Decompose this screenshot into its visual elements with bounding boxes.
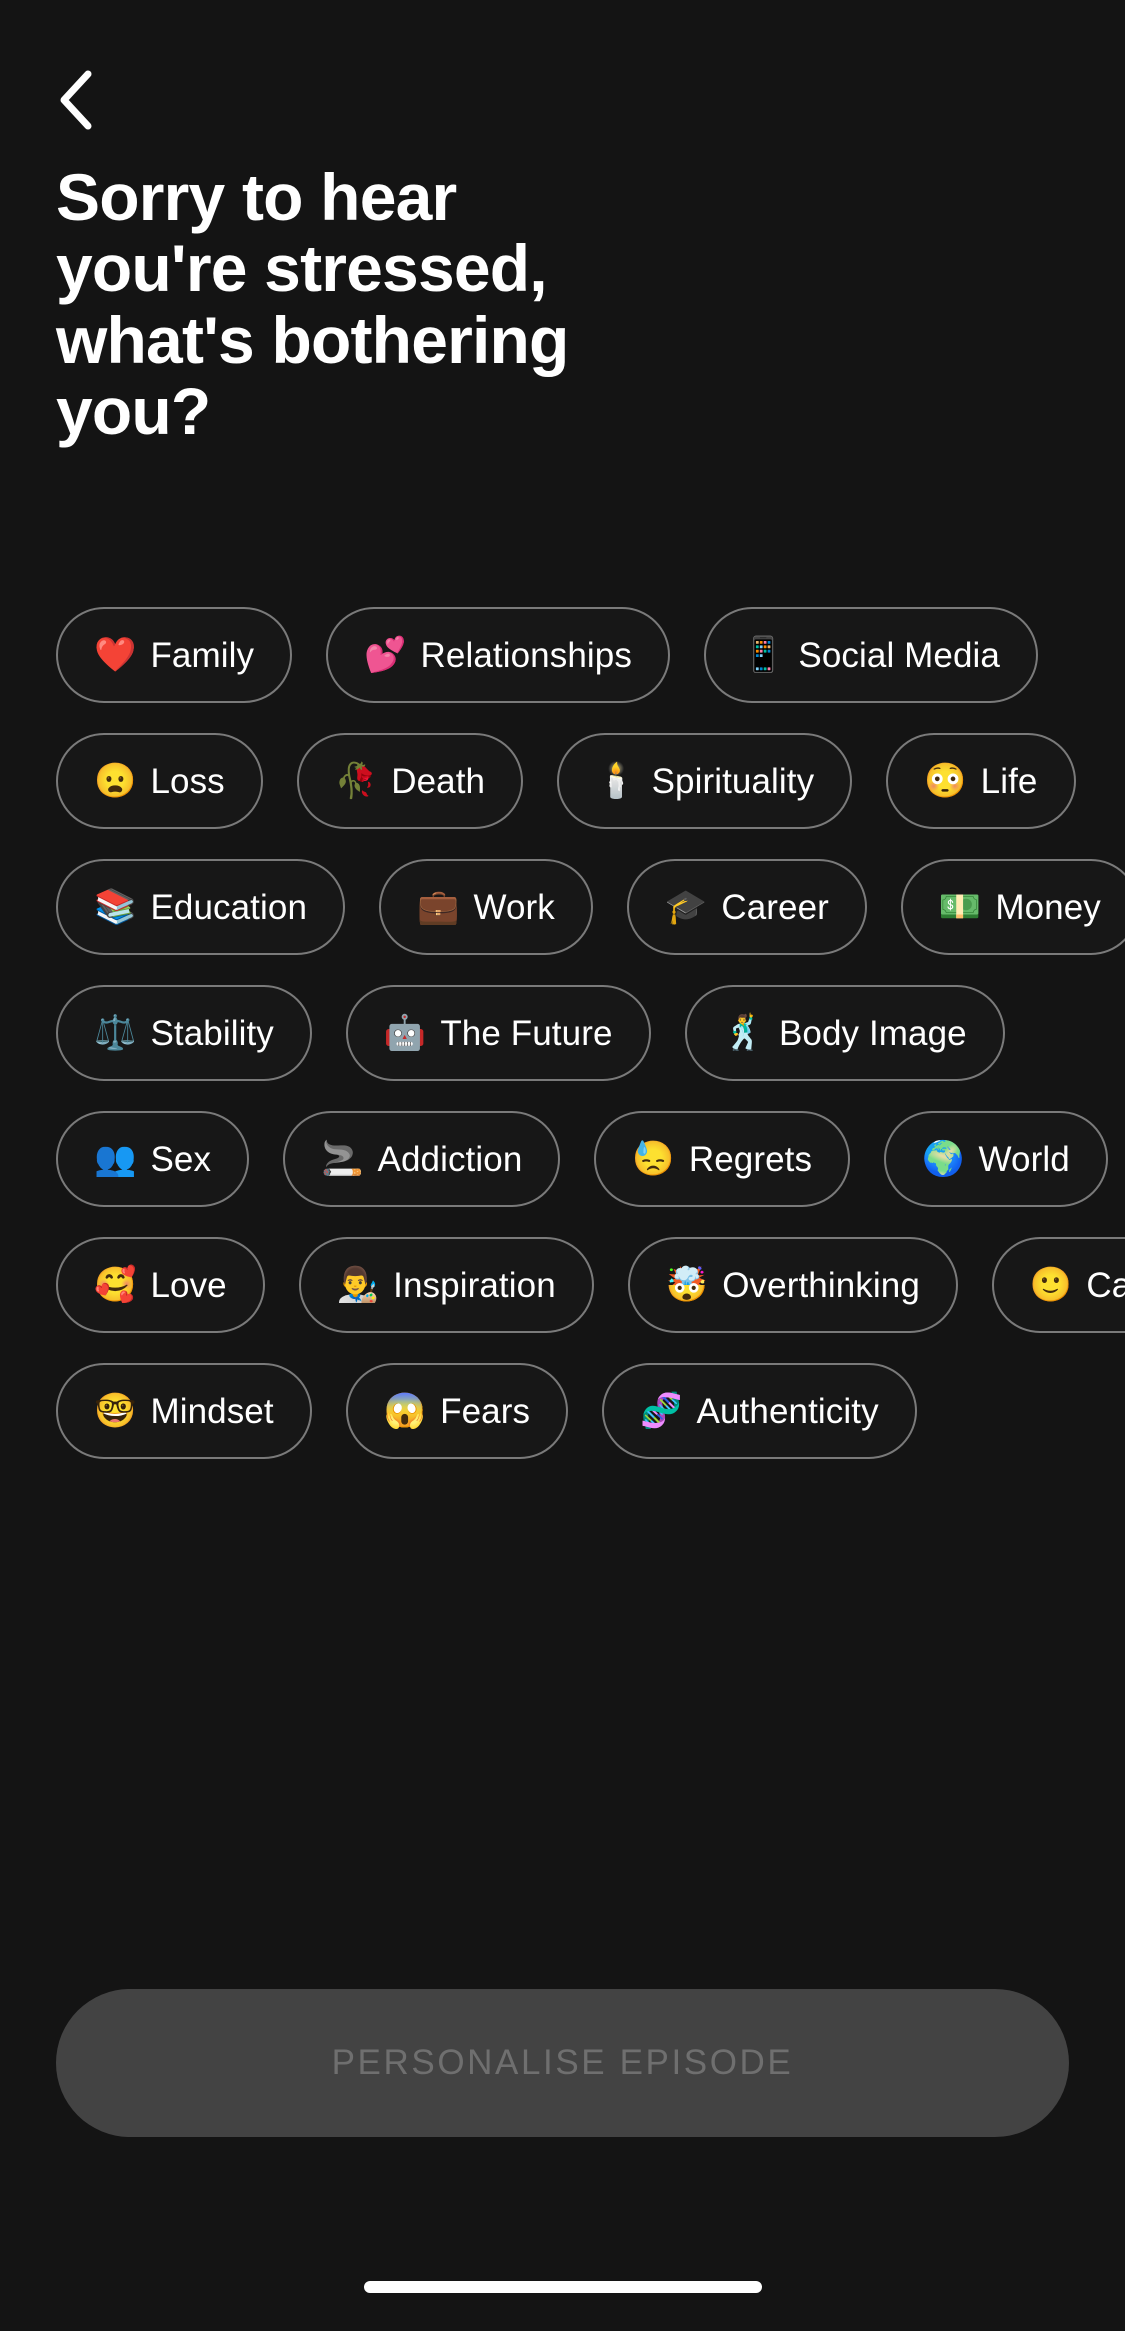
topic-chip-label: Life xyxy=(980,761,1038,801)
candle-emoji: 🕯️ xyxy=(595,762,638,801)
downcast-face-with-sweat-emoji: 😓 xyxy=(632,1140,675,1179)
topic-chip-label: Inspiration xyxy=(393,1265,556,1305)
topic-chip-label: Family xyxy=(150,635,255,675)
topic-chip[interactable]: 🕺 Body Image xyxy=(684,985,1005,1082)
slightly-smiling-face-emoji: 🙂 xyxy=(1029,1266,1073,1305)
topic-chip-row: 🤓 Mindset 😱 Fears 🧬 Authenticity xyxy=(56,1363,1125,1460)
topic-chip-label: Relationships xyxy=(420,635,632,675)
back-button[interactable] xyxy=(56,68,120,132)
personalise-episode-button[interactable]: PERSONALISE EPISODE xyxy=(56,1989,1069,2137)
dna-emoji: 🧬 xyxy=(640,1392,683,1431)
two-hearts-emoji: 💕 xyxy=(364,636,407,675)
topic-chip-row: 📚 Education 💼 Work 🎓 Career 💵 Money xyxy=(56,859,1125,956)
topic-chip-label: Sex xyxy=(150,1139,212,1179)
smiling-face-with-hearts-emoji: 🥰 xyxy=(94,1266,137,1305)
topic-chip[interactable]: 🤖 The Future xyxy=(345,985,651,1082)
busts-in-silhouette-emoji: 👥 xyxy=(94,1140,137,1179)
exploding-head-emoji: 🤯 xyxy=(665,1266,709,1305)
topic-chip-label: Fears xyxy=(440,1391,531,1431)
topic-chip[interactable]: 😳 Life xyxy=(886,733,1076,830)
topic-chip[interactable]: 📚 Education xyxy=(56,859,346,956)
topic-chip-label: Death xyxy=(391,761,486,801)
topic-chip-label: Mindset xyxy=(150,1391,274,1431)
topic-chip-label: Money xyxy=(995,887,1101,927)
topic-chip-label: Spirituality xyxy=(651,761,815,801)
cigarette-emoji: 🚬 xyxy=(321,1140,364,1179)
chevron-left-icon xyxy=(56,69,96,131)
topic-chip-label: Career xyxy=(721,887,829,927)
topic-chip[interactable]: 🤯 Overthinking xyxy=(627,1237,958,1334)
home-indicator xyxy=(363,2281,762,2293)
topic-chip-row: ⚖️ Stability 🤖 The Future 🕺 Body Image xyxy=(56,985,1125,1082)
topic-chip[interactable]: 👨‍🎨 Inspiration xyxy=(298,1237,594,1334)
topic-chip[interactable]: 🤓 Mindset xyxy=(56,1363,312,1460)
topic-chip-row: 👥 Sex 🚬 Addiction 😓 Regrets 🌍 World xyxy=(56,1111,1125,1208)
topic-chip[interactable]: 🥰 Love xyxy=(56,1237,265,1334)
topic-chip[interactable]: 🚬 Addiction xyxy=(283,1111,561,1208)
topic-chip[interactable]: ⚖️ Stability xyxy=(56,985,312,1082)
topic-chip[interactable]: ❤️ Family xyxy=(56,607,293,704)
topic-chip[interactable]: 🎓 Career xyxy=(626,859,867,956)
topic-chip-label: Body Image xyxy=(778,1013,967,1053)
topic-chip[interactable]: 📱 Social Media xyxy=(703,607,1038,704)
topic-chip[interactable]: 🙂 Calm xyxy=(991,1237,1125,1334)
topic-chip[interactable]: 😓 Regrets xyxy=(594,1111,851,1208)
topic-chip[interactable]: 😦 Loss xyxy=(56,733,263,830)
topic-chip-label: The Future xyxy=(440,1013,613,1053)
books-emoji: 📚 xyxy=(94,888,137,927)
topic-chip[interactable]: 🥀 Death xyxy=(296,733,524,830)
topic-chip-label: Work xyxy=(473,887,555,927)
navigation-bar xyxy=(0,0,1125,140)
wilted-flower-emoji: 🥀 xyxy=(334,762,378,801)
briefcase-emoji: 💼 xyxy=(417,888,460,927)
topic-chip-row: 🥰 Love 👨‍🎨 Inspiration 🤯 Overthinking 🙂 Calm xyxy=(56,1237,1125,1334)
topic-chip[interactable]: 💼 Work xyxy=(379,859,593,956)
graduation-cap-emoji: 🎓 xyxy=(664,888,708,927)
page-title: Sorry to hear you're stressed, what's bo… xyxy=(56,160,569,448)
cta-container: PERSONALISE EPISODE xyxy=(0,1989,1125,2137)
balance-scale-emoji: ⚖️ xyxy=(94,1014,137,1053)
topic-chip-label: Regrets xyxy=(688,1139,813,1179)
dollar-banknote-emoji: 💵 xyxy=(938,888,982,927)
topic-chip-label: Addiction xyxy=(377,1139,523,1179)
flushed-face-emoji: 😳 xyxy=(924,762,967,801)
dancing-man-emoji: 🕺 xyxy=(722,1014,765,1053)
topic-chip[interactable]: 🌍 World xyxy=(884,1111,1108,1208)
robot-emoji: 🤖 xyxy=(383,1014,427,1053)
topic-chip[interactable]: 🧬 Authenticity xyxy=(602,1363,917,1460)
topic-chip[interactable]: 👥 Sex xyxy=(56,1111,250,1208)
frowning-face-open-mouth-emoji: 😦 xyxy=(94,762,137,801)
topic-chip-label: Education xyxy=(150,887,308,927)
man-artist-emoji: 👨‍🎨 xyxy=(336,1266,380,1305)
topic-chip[interactable]: 😱 Fears xyxy=(345,1363,569,1460)
topic-chip-label: Social Media xyxy=(798,635,1000,675)
topic-chip-label: Stability xyxy=(150,1013,274,1053)
nerd-face-emoji: 🤓 xyxy=(94,1392,137,1431)
globe-europe-africa-emoji: 🌍 xyxy=(922,1140,965,1179)
red-heart-emoji: ❤️ xyxy=(94,636,137,675)
topic-chip-row: 😦 Loss 🥀 Death 🕯️ Spirituality 😳 Life xyxy=(56,733,1125,830)
topic-chip-list: ❤️ Family 💕 Relationships 📱 Social Media 😦 Loss… xyxy=(0,607,1125,1489)
topic-chip-label: Loss xyxy=(150,761,225,801)
topic-chip-label: Calm xyxy=(1086,1265,1125,1305)
topic-chip[interactable]: 💕 Relationships xyxy=(326,607,670,704)
mobile-phone-emoji: 📱 xyxy=(741,636,785,675)
screaming-face-emoji: 😱 xyxy=(383,1392,427,1431)
topic-chip[interactable]: 💵 Money xyxy=(900,859,1125,956)
app-screen: Sorry to hear you're stressed, what's bo… xyxy=(0,0,1125,2331)
topic-chip-label: World xyxy=(978,1139,1070,1179)
topic-chip-label: Love xyxy=(150,1265,227,1305)
topic-chip-label: Overthinking xyxy=(722,1265,920,1305)
topic-chip-label: Authenticity xyxy=(696,1391,879,1431)
topic-chip[interactable]: 🕯️ Spirituality xyxy=(557,733,853,830)
topic-chip-row: ❤️ Family 💕 Relationships 📱 Social Media xyxy=(56,607,1125,704)
